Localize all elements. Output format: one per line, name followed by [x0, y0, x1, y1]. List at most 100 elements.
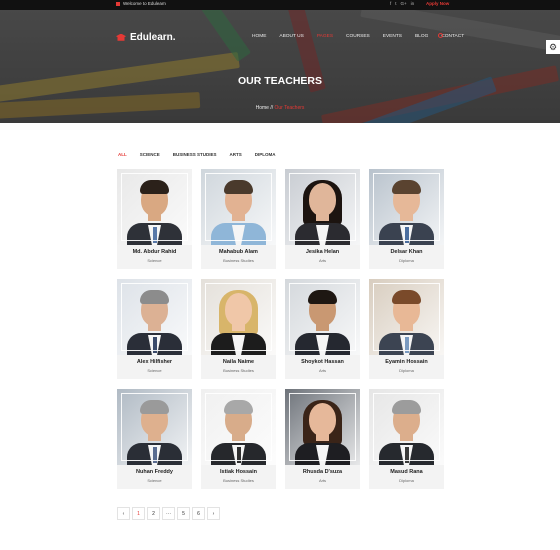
teacher-subject: Arts	[318, 478, 327, 483]
teacher-card[interactable]: Naila Naime Business Studies	[201, 279, 276, 379]
next-page-button[interactable]: ›	[207, 507, 220, 520]
teacher-photo[interactable]	[117, 279, 192, 355]
photo-frame	[205, 393, 272, 461]
teacher-name[interactable]: Alex Hilfisher	[117, 359, 192, 365]
teacher-card[interactable]: Alex Hilfisher Science	[117, 279, 192, 379]
nav-pages[interactable]: PAGES	[317, 34, 333, 39]
teacher-name[interactable]: Istiak Hossain	[201, 469, 276, 475]
breadcrumb-home[interactable]: Home	[256, 105, 269, 111]
teacher-photo[interactable]	[369, 169, 444, 245]
photo-frame	[121, 173, 188, 241]
teacher-subject: Science	[147, 258, 162, 263]
teacher-name[interactable]: Jesika Helan	[285, 249, 360, 255]
nav-courses[interactable]: COURSES	[346, 34, 370, 39]
social-links: f t G+ in	[390, 1, 414, 6]
page-ellipsis: ···	[162, 507, 175, 520]
teacher-card[interactable]: Md. Abdur Rahid Science	[117, 169, 192, 269]
search-icon[interactable]	[438, 33, 443, 38]
apply-now-link[interactable]: Apply Now	[426, 1, 449, 6]
nav-events[interactable]: EVENTS	[383, 34, 402, 39]
prev-page-button[interactable]: ‹	[117, 507, 130, 520]
photo-frame	[289, 173, 356, 241]
teacher-name[interactable]: Naila Naime	[201, 359, 276, 365]
teacher-photo[interactable]	[285, 389, 360, 465]
teacher-name[interactable]: Delsar Khan	[369, 249, 444, 255]
welcome-message: Welcome to Edulearn	[116, 1, 166, 6]
filter-tabs: ALL SCIENCE BUSINESS STUDIES ARTS DIPLOM…	[118, 152, 289, 157]
site-logo[interactable]: Edulearn.	[116, 32, 176, 43]
page-1-button[interactable]: 1	[132, 507, 145, 520]
nav-blog[interactable]: BLOG	[415, 34, 428, 39]
teacher-photo[interactable]	[369, 279, 444, 355]
teacher-card[interactable]: Delsar Khan Diploma	[369, 169, 444, 269]
teacher-subject: Arts	[318, 368, 327, 373]
twitter-icon[interactable]: t	[395, 1, 396, 6]
teacher-card[interactable]: Nuhan Freddy Science	[117, 389, 192, 489]
page-5-button[interactable]: 5	[177, 507, 190, 520]
teacher-name[interactable]: Shoykot Hassan	[285, 359, 360, 365]
teacher-photo[interactable]	[201, 169, 276, 245]
breadcrumb-separator: //	[270, 105, 274, 111]
page-2-button[interactable]: 2	[147, 507, 160, 520]
nav-contact[interactable]: CONTACT	[441, 34, 464, 39]
settings-toggle[interactable]: ⚙	[546, 40, 560, 54]
teacher-subject: Arts	[318, 258, 327, 263]
teacher-subject: Science	[147, 478, 162, 483]
linkedin-icon[interactable]: in	[411, 1, 415, 6]
teacher-photo[interactable]	[117, 389, 192, 465]
teacher-photo[interactable]	[369, 389, 444, 465]
breadcrumb: Home // Our Teachers	[0, 105, 560, 111]
teacher-card[interactable]: Rhusda D'suza Arts	[285, 389, 360, 489]
teacher-name[interactable]: Rhusda D'suza	[285, 469, 360, 475]
teacher-subject: Business Studies	[223, 258, 254, 263]
google-plus-icon[interactable]: G+	[401, 1, 407, 6]
photo-frame	[121, 393, 188, 461]
teacher-photo[interactable]	[201, 389, 276, 465]
teacher-subject: Business Studies	[223, 368, 254, 373]
facebook-icon[interactable]: f	[390, 1, 391, 6]
teacher-name[interactable]: Masud Rana	[369, 469, 444, 475]
nav-home[interactable]: HOME	[252, 34, 266, 39]
teacher-card[interactable]: Eyamin Hossain Diploma	[369, 279, 444, 379]
photo-frame	[373, 283, 440, 351]
teacher-subject: Science	[147, 368, 162, 373]
teacher-subject: Diploma	[399, 478, 414, 483]
photo-frame	[205, 173, 272, 241]
teachers-grid: Md. Abdur Rahid Science Mahabub Alam Busine…	[117, 169, 444, 489]
photo-frame	[289, 393, 356, 461]
nav-about-us[interactable]: ABOUT US	[279, 34, 303, 39]
envelope-icon	[116, 1, 120, 6]
photo-frame	[205, 283, 272, 351]
photo-frame	[289, 283, 356, 351]
teacher-photo[interactable]	[201, 279, 276, 355]
filter-science[interactable]: SCIENCE	[140, 152, 160, 157]
photo-frame	[121, 283, 188, 351]
filter-all[interactable]: ALL	[118, 152, 127, 157]
filter-diploma[interactable]: DIPLOMA	[255, 152, 276, 157]
photo-frame	[373, 393, 440, 461]
page-6-button[interactable]: 6	[192, 507, 205, 520]
teacher-subject: Diploma	[399, 368, 414, 373]
teacher-card[interactable]: Mahabub Alam Business Studies	[201, 169, 276, 269]
teacher-photo[interactable]	[117, 169, 192, 245]
teacher-name[interactable]: Eyamin Hossain	[369, 359, 444, 365]
graduation-cap-icon	[116, 33, 126, 41]
teacher-photo[interactable]	[285, 279, 360, 355]
filter-business-studies[interactable]: BUSINESS STUDIES	[173, 152, 217, 157]
teacher-subject: Business Studies	[223, 478, 254, 483]
pagination: ‹ 1 2 ··· 5 6 ›	[117, 507, 220, 520]
teacher-card[interactable]: Shoykot Hassan Arts	[285, 279, 360, 379]
page-title: OUR TEACHERS	[237, 75, 322, 87]
breadcrumb-current: Our Teachers	[274, 105, 305, 111]
teacher-photo[interactable]	[285, 169, 360, 245]
teacher-name[interactable]: Nuhan Freddy	[117, 469, 192, 475]
photo-frame	[373, 173, 440, 241]
filter-arts[interactable]: ARTS	[230, 152, 242, 157]
teacher-name[interactable]: Mahabub Alam	[201, 249, 276, 255]
main-nav: HOME ABOUT US PAGES COURSES EVENTS BLOG …	[252, 33, 477, 39]
teacher-name[interactable]: Md. Abdur Rahid	[117, 249, 192, 255]
teacher-card[interactable]: Jesika Helan Arts	[285, 169, 360, 269]
teacher-card[interactable]: Istiak Hossain Business Studies	[201, 389, 276, 489]
teacher-card[interactable]: Masud Rana Diploma	[369, 389, 444, 489]
gear-icon: ⚙	[548, 41, 558, 52]
